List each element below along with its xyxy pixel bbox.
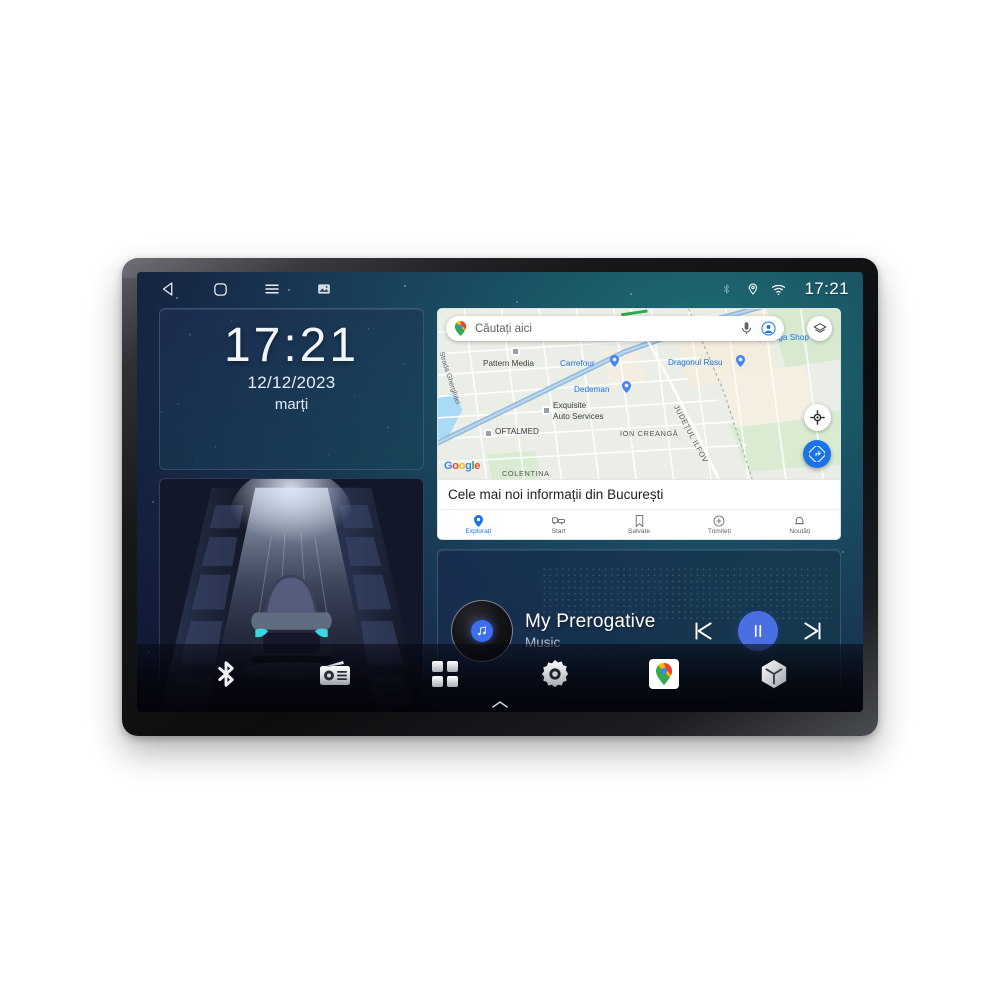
home-handle[interactable] [491,700,509,708]
map-tab-start[interactable]: Start [518,510,598,539]
mic-icon[interactable] [739,321,754,336]
map-label-exquisite: Exquisite [553,401,587,410]
map-label-dedeman: Dedeman [574,385,610,394]
map-marker-exquisite [542,406,551,415]
location-icon [745,282,760,297]
bell-icon [794,515,805,527]
map-search-placeholder: Căutați aici [475,322,532,335]
menu-icon[interactable] [261,278,283,300]
bluetooth-app-icon[interactable] [206,654,246,694]
map-tab-label: Explorați [465,527,492,535]
cube-app-icon[interactable] [754,654,794,694]
clock-widget[interactable]: 17:21 12/12/2023 marți [159,308,424,470]
map-label-colentina: COLENTINA [502,469,550,478]
map-label-auto-services: Auto Services [553,412,604,421]
map-tab-label: Noutăți [789,527,811,535]
map-tab-noutati[interactable]: Noutăți [760,510,840,539]
next-track-button[interactable] [800,618,826,644]
explore-pin-icon [473,514,483,527]
radio-app-icon[interactable] [315,654,355,694]
map-tab-explorati[interactable]: Explorați [438,510,518,539]
map-marker-oftalmed [484,429,493,438]
settings-gear-icon[interactable] [535,654,575,694]
back-icon[interactable] [157,278,179,300]
app-dock [137,644,863,712]
my-location-icon[interactable] [804,404,831,431]
wifi-icon [771,282,786,297]
map-label-pattern-media: Pattern Media [483,359,534,368]
google-maps-widget[interactable]: Strada Gherghitei Pattern Media Carrefou… [437,308,841,540]
system-status-icons: 17:21 [719,279,849,299]
bookmark-icon [635,514,644,527]
maps-pin-icon [454,321,467,336]
google-maps-app-icon[interactable] [644,654,684,694]
music-track-title: My Prerogative [525,611,656,632]
map-pin-carrefour [610,355,619,367]
music-note-icon [471,619,493,642]
bluetooth-icon [719,282,734,297]
map-news-banner[interactable]: Cele mai noi informații din București [438,479,840,509]
map-canvas[interactable]: Strada Gherghitei Pattern Media Carrefou… [438,309,840,479]
contribute-icon [713,515,725,527]
map-tab-label: Salvate [628,527,651,535]
map-tab-trimiteti[interactable]: Trimiteți [679,510,759,539]
map-label-ion-creanga: ION CREANGĂ [620,429,679,438]
map-pin-dragonul-rosu [736,355,745,367]
apps-grid-icon[interactable] [425,654,465,694]
map-tab-label: Trimiteți [707,527,732,535]
account-icon[interactable] [761,321,776,336]
map-label-oftalmed: OFTALMED [495,427,539,436]
directions-icon[interactable] [803,440,831,468]
previous-track-button[interactable] [690,618,716,644]
home-icon[interactable] [209,278,231,300]
google-logo: Google [444,460,481,472]
screenshot-icon[interactable] [313,278,335,300]
map-news-text: Cele mai noi informații din București [448,487,664,502]
head-unit-device: 17:21 17:21 12/12/2023 marți Strada Gher… [122,258,878,736]
map-label-carrefour: Carrefour [560,359,595,368]
navigation-buttons [157,278,335,300]
clock-widget-stars [177,320,405,456]
screen: 17:21 17:21 12/12/2023 marți Strada Gher… [137,272,863,712]
status-bar: 17:21 [137,272,863,306]
map-bottom-tabs: Explorați Start Salvate Trimiteți Noutăț… [438,509,840,539]
map-search-bar[interactable]: Căutați aici [446,316,784,341]
map-marker-pattern-media [511,347,520,356]
map-pin-dedeman [622,381,631,393]
map-label-dragonul-rosu: Dragonul Rosu [668,358,723,367]
map-tab-label: Start [551,527,566,535]
layers-icon[interactable] [807,316,832,341]
map-tab-salvate[interactable]: Salvate [599,510,679,539]
status-bar-clock: 17:21 [804,279,849,298]
commute-icon [552,515,566,527]
